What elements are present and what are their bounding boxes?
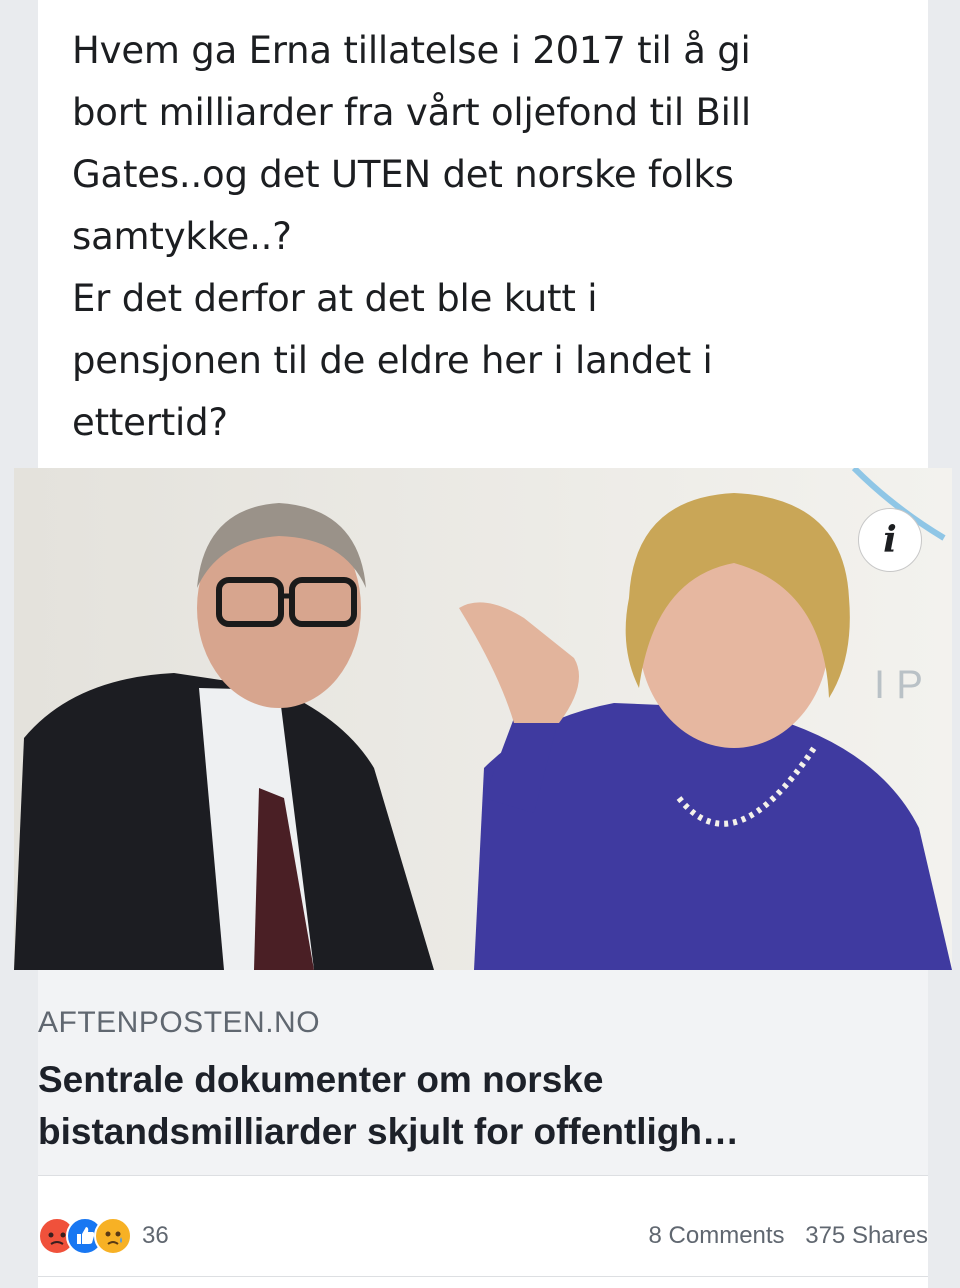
reaction-count: 36 bbox=[142, 1222, 169, 1249]
link-title-line: Sentrale dokumenter om norske bbox=[38, 1059, 604, 1100]
post-text-line: pensjonen til de eldre her i landet i bbox=[72, 339, 713, 382]
sad-reaction-icon bbox=[94, 1217, 132, 1255]
post-text-line: bort milliarder fra vårt oljefond til Bi… bbox=[72, 91, 751, 134]
link-preview-meta[interactable]: AFTENPOSTEN.NO Sentrale dokumenter om no… bbox=[38, 970, 928, 1176]
comments-count-link[interactable]: 8 Comments bbox=[649, 1222, 785, 1249]
link-domain: AFTENPOSTEN.NO bbox=[38, 1006, 321, 1039]
photo-illustration: I P bbox=[14, 468, 952, 970]
reactions-summary[interactable]: 36 bbox=[38, 1216, 169, 1256]
post-text-line: Gates..og det UTEN det norske folks bbox=[72, 153, 734, 196]
post-text-line: Er det derfor at det ble kutt i bbox=[72, 277, 598, 320]
svg-text:I P: I P bbox=[874, 663, 923, 707]
post-text-line: ettertid? bbox=[72, 401, 228, 444]
post-text-line: samtykke..? bbox=[72, 215, 292, 258]
engagement-stats: 8 Comments 375 Shares bbox=[635, 1222, 928, 1250]
post-text-line: Hvem ga Erna tillatelse i 2017 til å gi bbox=[72, 29, 751, 72]
link-title[interactable]: Sentrale dokumenter om norske bistandsmi… bbox=[38, 1054, 918, 1158]
info-button[interactable]: i bbox=[858, 508, 922, 572]
divider bbox=[38, 1276, 928, 1277]
shares-count-link[interactable]: 375 Shares bbox=[805, 1222, 928, 1249]
link-title-line: bistandsmilliarder skjult for offentligh… bbox=[38, 1111, 740, 1152]
post-text: Hvem ga Erna tillatelse i 2017 til å gi … bbox=[72, 20, 892, 454]
link-preview-image[interactable]: I P i bbox=[14, 468, 952, 970]
